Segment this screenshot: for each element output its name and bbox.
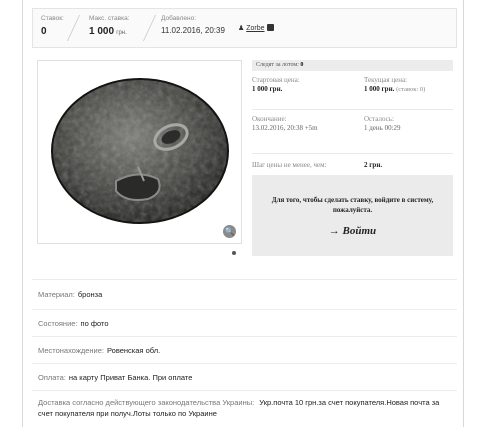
lot-page: Ставок: 0 Макс. ставка: 1 000 грн. Добав… bbox=[22, 0, 464, 427]
max-bid-value: 1 000 грн. bbox=[89, 26, 127, 37]
start-price: Стартовая цена: 1 000 грн. bbox=[252, 76, 300, 93]
bid-panel: Следят за лотом: 0 Стартовая цена: 1 000 … bbox=[252, 60, 453, 256]
login-button[interactable]: → Войти bbox=[329, 225, 376, 237]
lot-stats-bar: Ставок: 0 Макс. ставка: 1 000 грн. Добав… bbox=[32, 8, 457, 48]
divider bbox=[66, 15, 81, 41]
lot-details: Материал: бронза Состояние: по фото Местон… bbox=[32, 279, 457, 424]
rating-badge-icon bbox=[266, 24, 274, 31]
detail-condition: Состояние: по фото bbox=[32, 309, 457, 336]
current-price: Текущая цена: 1 000 грн. (ставок: 0) bbox=[364, 76, 426, 93]
added-value: 11.02.2016, 20:39 bbox=[161, 26, 225, 35]
lot-image[interactable]: 🔍 bbox=[37, 60, 242, 244]
user-icon: ♟ bbox=[238, 25, 245, 32]
time-row: Окончание: 13.02.2016, 20:38 +5m Осталось… bbox=[252, 110, 453, 154]
bids-count: Ставок: 0 bbox=[41, 15, 64, 37]
coin-photo bbox=[51, 78, 229, 224]
added-label: Добавлено: bbox=[161, 15, 197, 22]
detail-location: Местонахождение: Ровенская обл. bbox=[32, 336, 457, 363]
added-date: Добавлено: 11.02.2016, 20:39 bbox=[161, 15, 225, 35]
step-value: 2 грн. bbox=[364, 161, 383, 169]
max-bid: Макс. ставка: 1 000 грн. bbox=[89, 15, 130, 37]
detail-payment: Оплата: на карту Приват Банка. При оплате bbox=[32, 363, 457, 390]
step-label: Шаг цены не менее, чем: bbox=[252, 161, 327, 169]
image-pager-dot[interactable] bbox=[232, 251, 236, 255]
detail-delivery: Доставка согласно действующего законодат… bbox=[32, 390, 457, 424]
end-time: Окончание: 13.02.2016, 20:38 +5m bbox=[252, 115, 318, 132]
divider bbox=[142, 15, 157, 41]
step-row: Шаг цены не менее, чем: 2 грн. bbox=[252, 154, 453, 175]
bids-label: Ставок: bbox=[41, 15, 64, 22]
max-bid-label: Макс. ставка: bbox=[89, 15, 130, 22]
seller-link[interactable]: Zorbe bbox=[246, 25, 264, 32]
detail-material: Материал: бронза bbox=[32, 279, 457, 309]
time-left: Осталось: 1 день 00:29 bbox=[364, 115, 401, 132]
watchers: Следят за лотом: 0 bbox=[252, 60, 453, 71]
login-prompt: Для того, чтобы сделать ставку, войдите … bbox=[252, 175, 453, 256]
zoom-icon[interactable]: 🔍 bbox=[223, 225, 236, 238]
login-message: Для того, чтобы сделать ставку, войдите … bbox=[271, 196, 434, 214]
price-row: Стартовая цена: 1 000 грн. Текущая цена: 1… bbox=[252, 71, 453, 110]
seller-info: ♟ Zorbe bbox=[238, 24, 274, 32]
bids-value: 0 bbox=[41, 26, 47, 37]
